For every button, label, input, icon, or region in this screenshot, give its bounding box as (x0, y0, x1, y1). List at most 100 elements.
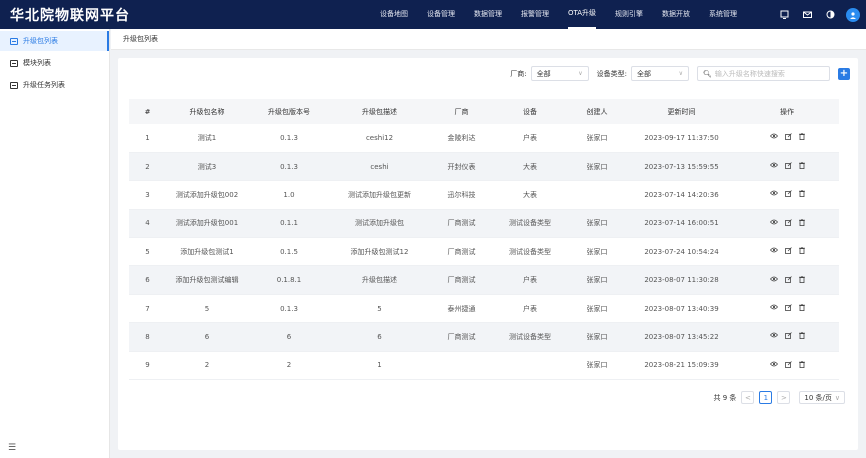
delete-icon[interactable] (798, 360, 805, 370)
nav-item-0[interactable]: 设备地图 (380, 0, 408, 29)
nav-item-6[interactable]: 数据开放 (662, 0, 690, 29)
table-cell: 7 (129, 294, 166, 324)
delete-icon[interactable] (798, 247, 805, 256)
nav-item-7[interactable]: 系统管理 (709, 0, 737, 29)
table-cell: 测试设备类型 (494, 237, 566, 267)
nav-item-3[interactable]: 报警管理 (521, 0, 549, 29)
edit-icon[interactable] (784, 304, 792, 313)
nav-item-4[interactable]: OTA升级 (568, 0, 597, 29)
table-cell: 6 (166, 322, 248, 352)
column-header: 升级包名称 (166, 99, 248, 124)
collapse-menu-icon[interactable]: ☰ (8, 443, 16, 453)
view-icon[interactable] (769, 219, 778, 228)
nav-item-2[interactable]: 数据管理 (474, 0, 502, 29)
table-cell: 户表 (494, 124, 566, 153)
table-cell: 金陵利达 (429, 124, 494, 153)
table-cell: 张家口 (566, 124, 628, 153)
view-icon[interactable] (769, 190, 778, 199)
search-icon: 🔍︎ (703, 69, 712, 78)
table-row[interactable]: 2 测试3 0.1.3 ceshi 开封仪表 大表 张家口 2023-07-13 15:59:… (129, 152, 839, 182)
sidebar: 升级包列表模块列表 升级任务列表 ☰ (0, 29, 110, 458)
actions-cell (735, 152, 839, 182)
view-icon[interactable] (769, 332, 778, 341)
table-cell: 2023-08-07 13:40:39 (628, 294, 735, 324)
table-row[interactable]: 6 添加升级包测试编辑 0.1.8.1 升级包描述 厂商测试 户表 张家口 2023-08-0… (129, 265, 839, 295)
theme-icon[interactable] (823, 8, 837, 22)
delete-icon[interactable] (798, 218, 805, 228)
view-icon[interactable] (769, 304, 778, 313)
device-type-select[interactable]: 全部 ∨ (631, 66, 689, 81)
edit-icon[interactable] (784, 332, 792, 341)
sidebar-item-0[interactable]: 升级包列表 (0, 31, 109, 51)
table-cell: 1 (129, 124, 166, 153)
table-row[interactable]: 9 2 2 1 张家口 2023-08-21 15:09:39 (129, 351, 839, 381)
vendor-select[interactable]: 全部 ∨ (530, 66, 589, 81)
sidebar-item-2[interactable]: 升级任务列表 (0, 75, 109, 95)
table-cell: 0.1.3 (248, 124, 330, 153)
add-package-button[interactable]: + (838, 67, 850, 80)
delete-icon[interactable] (798, 133, 805, 142)
table-cell: 张家口 (566, 322, 628, 352)
search-placeholder: 输入升级名称快速搜索 (714, 69, 785, 78)
edit-icon[interactable] (784, 275, 792, 285)
table-cell: 厂商测试 (429, 237, 494, 267)
table-cell: 测试添加升级包002 (166, 180, 248, 210)
vendor-label: 厂商: (510, 69, 527, 78)
table-cell (494, 351, 566, 381)
view-icon[interactable] (769, 276, 778, 285)
table-cell: 2023-07-24 10:54:24 (628, 237, 735, 267)
sidebar-item-label: 升级包列表 (23, 37, 58, 45)
table-cell: 2023-08-21 15:09:39 (628, 351, 735, 381)
sidebar-item-1[interactable]: 模块列表 (0, 53, 109, 73)
table-cell: ceshi (330, 152, 429, 182)
edit-icon[interactable] (784, 162, 792, 171)
edit-icon[interactable] (784, 190, 792, 199)
search-input[interactable]: 🔍︎ 输入升级名称快速搜索 (697, 66, 830, 81)
column-header: # (129, 99, 166, 124)
mail-icon[interactable] (800, 8, 814, 22)
delete-icon[interactable] (798, 303, 805, 313)
view-icon[interactable] (769, 133, 778, 142)
delete-icon[interactable] (798, 190, 805, 199)
table-row[interactable]: 3 测试添加升级包002 1.0 测试添加升级包更新 迅尔科技 大表 2023-07-14 … (129, 180, 839, 210)
table-row[interactable]: 8 6 6 6 厂商测试 测试设备类型 张家口 2023-08-07 13:45:22 (129, 322, 839, 352)
table-cell: 迅尔科技 (429, 180, 494, 210)
view-icon[interactable] (769, 361, 778, 370)
edit-icon[interactable] (784, 133, 792, 142)
table-row[interactable]: 7 5 0.1.3 5 泰州捷通 户表 张家口 2023-08-07 13:40:39 (129, 294, 839, 324)
table-cell: 2 (129, 152, 166, 182)
table-cell: 2023-08-07 13:45:22 (628, 322, 735, 352)
prev-page-button[interactable]: < (741, 391, 755, 404)
table-cell: 2 (248, 351, 330, 381)
filter-bar: 厂商: 全部 ∨ 设备类型: 全部 ∨ 🔍︎ 输入升级名称快速搜索 + (510, 66, 850, 81)
table-cell: 大表 (494, 180, 566, 210)
delete-icon[interactable] (798, 275, 805, 285)
nav-item-1[interactable]: 设备管理 (427, 0, 455, 29)
table-cell: 张家口 (566, 152, 628, 182)
table-cell: 户表 (494, 265, 566, 295)
table-row[interactable]: 4 测试添加升级包001 0.1.1 测试添加升级包 厂商测试 测试设备类型 张家口 2023… (129, 209, 839, 239)
page-number-button[interactable]: 1 (759, 391, 773, 404)
view-icon[interactable] (769, 162, 778, 171)
table-cell: 2023-07-13 15:59:55 (628, 152, 735, 182)
header-icons (777, 0, 860, 29)
page-size-select[interactable]: 10 条/页 ∨ (799, 391, 845, 404)
screen-icon[interactable] (777, 8, 791, 22)
actions-cell (735, 351, 839, 381)
edit-icon[interactable] (784, 247, 792, 256)
table-row[interactable]: 5 添加升级包测试1 0.1.5 添加升级包测试12 厂商测试 测试设备类型 张家口 2023… (129, 237, 839, 267)
avatar[interactable] (846, 7, 860, 22)
delete-icon[interactable] (798, 332, 805, 341)
table-cell: 张家口 (566, 209, 628, 239)
nav-item-5[interactable]: 规则引擎 (615, 0, 643, 29)
table-cell: 升级包描述 (330, 265, 429, 295)
table-cell: 测试设备类型 (494, 322, 566, 352)
table-cell: 8 (129, 322, 166, 352)
delete-icon[interactable] (798, 161, 805, 171)
edit-icon[interactable] (784, 361, 792, 370)
next-page-button[interactable]: > (777, 391, 791, 404)
device-type-label: 设备类型: (596, 69, 627, 78)
edit-icon[interactable] (784, 219, 792, 228)
view-icon[interactable] (769, 247, 778, 256)
table-row[interactable]: 1 测试1 0.1.3 ceshi12 金陵利达 户表 张家口 2023-09-17 11:3… (129, 124, 839, 153)
